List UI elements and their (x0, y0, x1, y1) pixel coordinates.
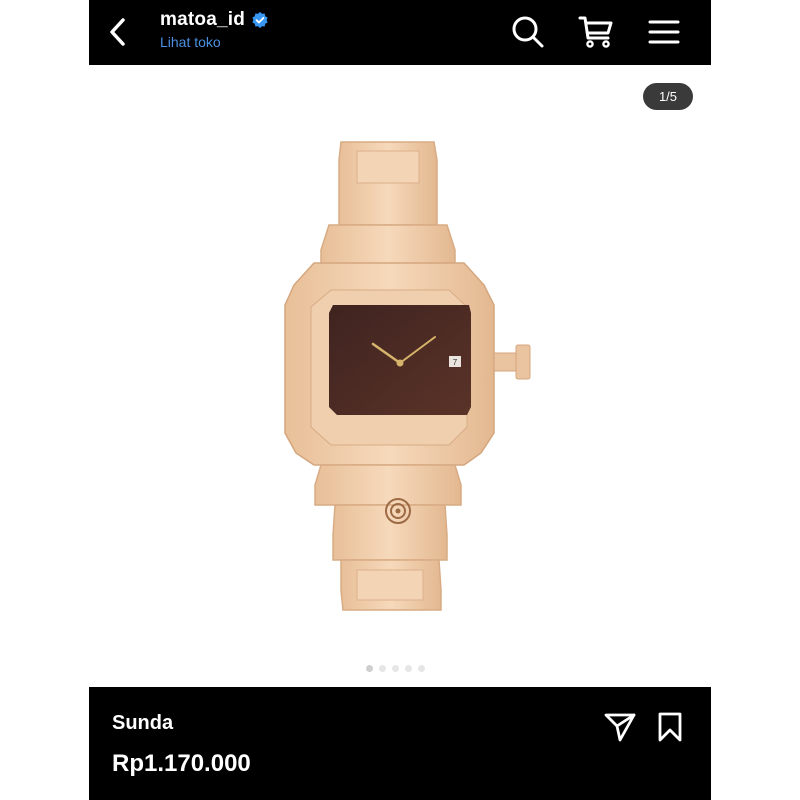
gallery-dot-1[interactable] (366, 665, 373, 672)
product-image[interactable]: 7 (89, 65, 711, 687)
product-price: Rp1.170.000 (112, 750, 251, 777)
search-button[interactable] (510, 14, 546, 50)
share-button[interactable] (602, 709, 638, 745)
verified-badge-icon (252, 11, 268, 29)
gallery-dot-5[interactable] (418, 665, 425, 672)
menu-icon (648, 20, 680, 44)
image-counter: 1/5 (643, 83, 693, 110)
cart-icon (578, 16, 613, 48)
gallery-dot-2[interactable] (379, 665, 386, 672)
back-chevron-icon (110, 18, 125, 46)
product-image-gallery[interactable]: 7 1/5 (89, 65, 711, 687)
view-shop-link[interactable]: Lihat toko (160, 34, 269, 50)
gallery-dots (366, 665, 425, 672)
bookmark-icon (658, 712, 682, 742)
bookmark-button[interactable] (652, 709, 688, 745)
menu-button[interactable] (646, 14, 682, 50)
share-send-icon (604, 713, 636, 742)
svg-text:7: 7 (453, 358, 458, 367)
product-info-bar: Sunda Rp1.170.000 (89, 687, 711, 800)
product-name: Sunda (112, 712, 174, 734)
top-bar: matoa_id Lihat toko (89, 0, 711, 65)
gallery-dot-3[interactable] (392, 665, 399, 672)
gallery-dot-4[interactable] (405, 665, 412, 672)
shop-name[interactable]: matoa_id (160, 9, 245, 31)
search-icon (512, 16, 544, 48)
back-button[interactable] (103, 14, 133, 50)
shop-info: matoa_id Lihat toko (160, 9, 269, 50)
cart-button[interactable] (578, 14, 614, 50)
product-page: matoa_id Lihat toko 7 1/5 Sunda Rp1.170.… (89, 0, 711, 800)
